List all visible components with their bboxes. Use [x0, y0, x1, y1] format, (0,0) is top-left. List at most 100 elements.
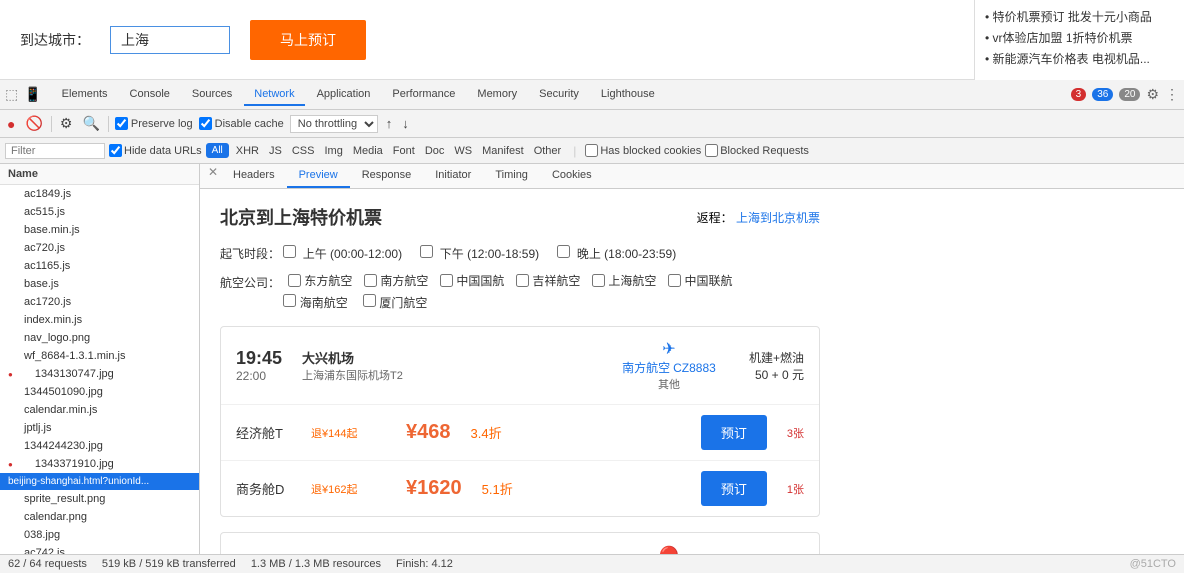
- time-night-label[interactable]: 晚上 (18:00-23:59): [557, 247, 676, 261]
- icon-cursor: ⬚: [5, 86, 18, 103]
- time-afternoon-label[interactable]: 下午 (12:00-18:59): [420, 247, 539, 261]
- tab-security[interactable]: Security: [529, 84, 589, 106]
- preview-tab-timing[interactable]: Timing: [483, 164, 540, 188]
- file-item-7[interactable]: index.min.js: [0, 311, 199, 329]
- preserve-log-label[interactable]: Preserve log: [115, 117, 193, 130]
- airline-shanghai[interactable]: 上海航空: [592, 272, 656, 289]
- time-morning-label[interactable]: 上午 (00:00-12:00): [283, 247, 402, 261]
- preview-tab-response[interactable]: Response: [350, 164, 424, 188]
- time-night-checkbox[interactable]: [557, 245, 570, 258]
- hide-data-urls-label[interactable]: Hide data URLs: [109, 144, 202, 157]
- file-item-8[interactable]: nav_logo.png: [0, 329, 199, 347]
- filter-doc[interactable]: Doc: [422, 144, 448, 158]
- search-button[interactable]: 🔍: [80, 115, 101, 132]
- file-item-9[interactable]: wf_8684-1.3.1.min.js: [0, 347, 199, 365]
- airline-xiamen-cb[interactable]: [363, 294, 376, 307]
- file-item-15[interactable]: 1343371910.jpg: [0, 455, 199, 473]
- destination-input[interactable]: [110, 26, 230, 54]
- blocked-requests-checkbox[interactable]: [705, 144, 718, 157]
- file-item-18[interactable]: 038.jpg: [0, 526, 199, 544]
- preview-tab-headers[interactable]: Headers: [221, 164, 287, 188]
- airline-jixiang[interactable]: 吉祥航空: [516, 272, 580, 289]
- blocked-requests-label[interactable]: Blocked Requests: [705, 144, 809, 157]
- record-button[interactable]: ●: [5, 116, 17, 132]
- file-item-13[interactable]: jptlj.js: [0, 419, 199, 437]
- filter-manifest[interactable]: Manifest: [479, 144, 527, 158]
- file-item-17[interactable]: calendar.png: [0, 508, 199, 526]
- preview-tab-initiator[interactable]: Initiator: [423, 164, 483, 188]
- filter-all-tag[interactable]: All: [206, 143, 229, 158]
- airline-nanfang-cb[interactable]: [364, 274, 377, 287]
- more-icon[interactable]: ⋮: [1165, 86, 1179, 103]
- airline-lianghang[interactable]: 中国联航: [668, 272, 732, 289]
- time-morning-checkbox[interactable]: [283, 245, 296, 258]
- flight-header: 北京到上海特价机票 返程： 上海到北京机票: [220, 204, 820, 230]
- time-afternoon-checkbox[interactable]: [420, 245, 433, 258]
- file-item-0[interactable]: ac1849.js: [0, 185, 199, 203]
- filter-font[interactable]: Font: [390, 144, 418, 158]
- clear-button[interactable]: 🚫: [23, 115, 44, 132]
- disable-cache-checkbox[interactable]: [199, 117, 212, 130]
- airline-jixiang-cb[interactable]: [516, 274, 529, 287]
- tab-performance[interactable]: Performance: [382, 84, 465, 106]
- time-filter-label: 起飞时段：: [220, 247, 280, 261]
- filter-button[interactable]: ⚙: [58, 115, 75, 132]
- tab-elements[interactable]: Elements: [52, 84, 118, 106]
- airline-guohang[interactable]: 中国国航: [440, 272, 504, 289]
- preview-tab-cookies[interactable]: Cookies: [540, 164, 604, 188]
- flight-1-book-btn-1[interactable]: 预订: [701, 415, 767, 450]
- airline-hainan[interactable]: 海南航空: [283, 296, 347, 310]
- file-item-4[interactable]: ac1165.js: [0, 257, 199, 275]
- import-button[interactable]: ↑: [384, 116, 395, 131]
- throttling-select[interactable]: No throttling: [290, 115, 378, 133]
- file-item-11[interactable]: 1344501090.jpg: [0, 383, 199, 401]
- filter-input[interactable]: [5, 143, 105, 159]
- file-item-19[interactable]: ac742.js: [0, 544, 199, 554]
- airline-dongfang-cb[interactable]: [288, 274, 301, 287]
- book-button[interactable]: 马上预订: [250, 20, 366, 60]
- tab-network[interactable]: Network: [244, 84, 304, 106]
- airline-shanghai-cb[interactable]: [592, 274, 605, 287]
- filter-css[interactable]: CSS: [289, 144, 318, 158]
- airline-guohang-cb[interactable]: [440, 274, 453, 287]
- file-item-3[interactable]: ac720.js: [0, 239, 199, 257]
- filter-img[interactable]: Img: [321, 144, 345, 158]
- export-button[interactable]: ↓: [400, 116, 411, 131]
- preserve-log-checkbox[interactable]: [115, 117, 128, 130]
- flight-1-book-btn-2[interactable]: 预订: [701, 471, 767, 506]
- tab-lighthouse[interactable]: Lighthouse: [591, 84, 665, 106]
- airline-hainan-cb[interactable]: [283, 294, 296, 307]
- file-item-2[interactable]: base.min.js: [0, 221, 199, 239]
- filter-js[interactable]: JS: [266, 144, 285, 158]
- file-item-14[interactable]: 1344244230.jpg: [0, 437, 199, 455]
- tab-console[interactable]: Console: [120, 84, 180, 106]
- hide-data-urls-checkbox[interactable]: [109, 144, 122, 157]
- airline-dongfang[interactable]: 东方航空: [288, 272, 352, 289]
- disable-cache-label[interactable]: Disable cache: [199, 117, 284, 130]
- file-item-1[interactable]: ac515.js: [0, 203, 199, 221]
- tab-application[interactable]: Application: [307, 84, 381, 106]
- preview-tab-bar: ✕ Headers Preview Response Initiator Tim…: [200, 164, 1184, 189]
- airline-nanfang[interactable]: 南方航空: [364, 272, 428, 289]
- filter-xhr[interactable]: XHR: [233, 144, 262, 158]
- destination-label: 到达城市：: [20, 30, 90, 50]
- blocked-cookies-label[interactable]: Has blocked cookies: [585, 144, 701, 157]
- airline-xiamen[interactable]: 厦门航空: [363, 296, 427, 310]
- file-item-5[interactable]: base.js: [0, 275, 199, 293]
- file-item-10[interactable]: 1343130747.jpg: [0, 365, 199, 383]
- filter-other[interactable]: Other: [531, 144, 565, 158]
- blocked-cookies-checkbox[interactable]: [585, 144, 598, 157]
- settings-icon[interactable]: ⚙: [1146, 86, 1159, 103]
- return-link-anchor[interactable]: 上海到北京机票: [736, 211, 820, 225]
- preview-tab-preview[interactable]: Preview: [287, 164, 350, 188]
- filter-media[interactable]: Media: [350, 144, 386, 158]
- tab-memory[interactable]: Memory: [467, 84, 527, 106]
- file-item-16[interactable]: sprite_result.png: [0, 490, 199, 508]
- file-item-selected[interactable]: beijing-shanghai.html?unionId...: [0, 473, 199, 490]
- file-item-6[interactable]: ac1720.js: [0, 293, 199, 311]
- file-item-12[interactable]: calendar.min.js: [0, 401, 199, 419]
- airline-lianhang-cb[interactable]: [668, 274, 681, 287]
- filter-ws[interactable]: WS: [451, 144, 475, 158]
- close-preview-btn[interactable]: ✕: [205, 164, 221, 180]
- tab-sources[interactable]: Sources: [182, 84, 242, 106]
